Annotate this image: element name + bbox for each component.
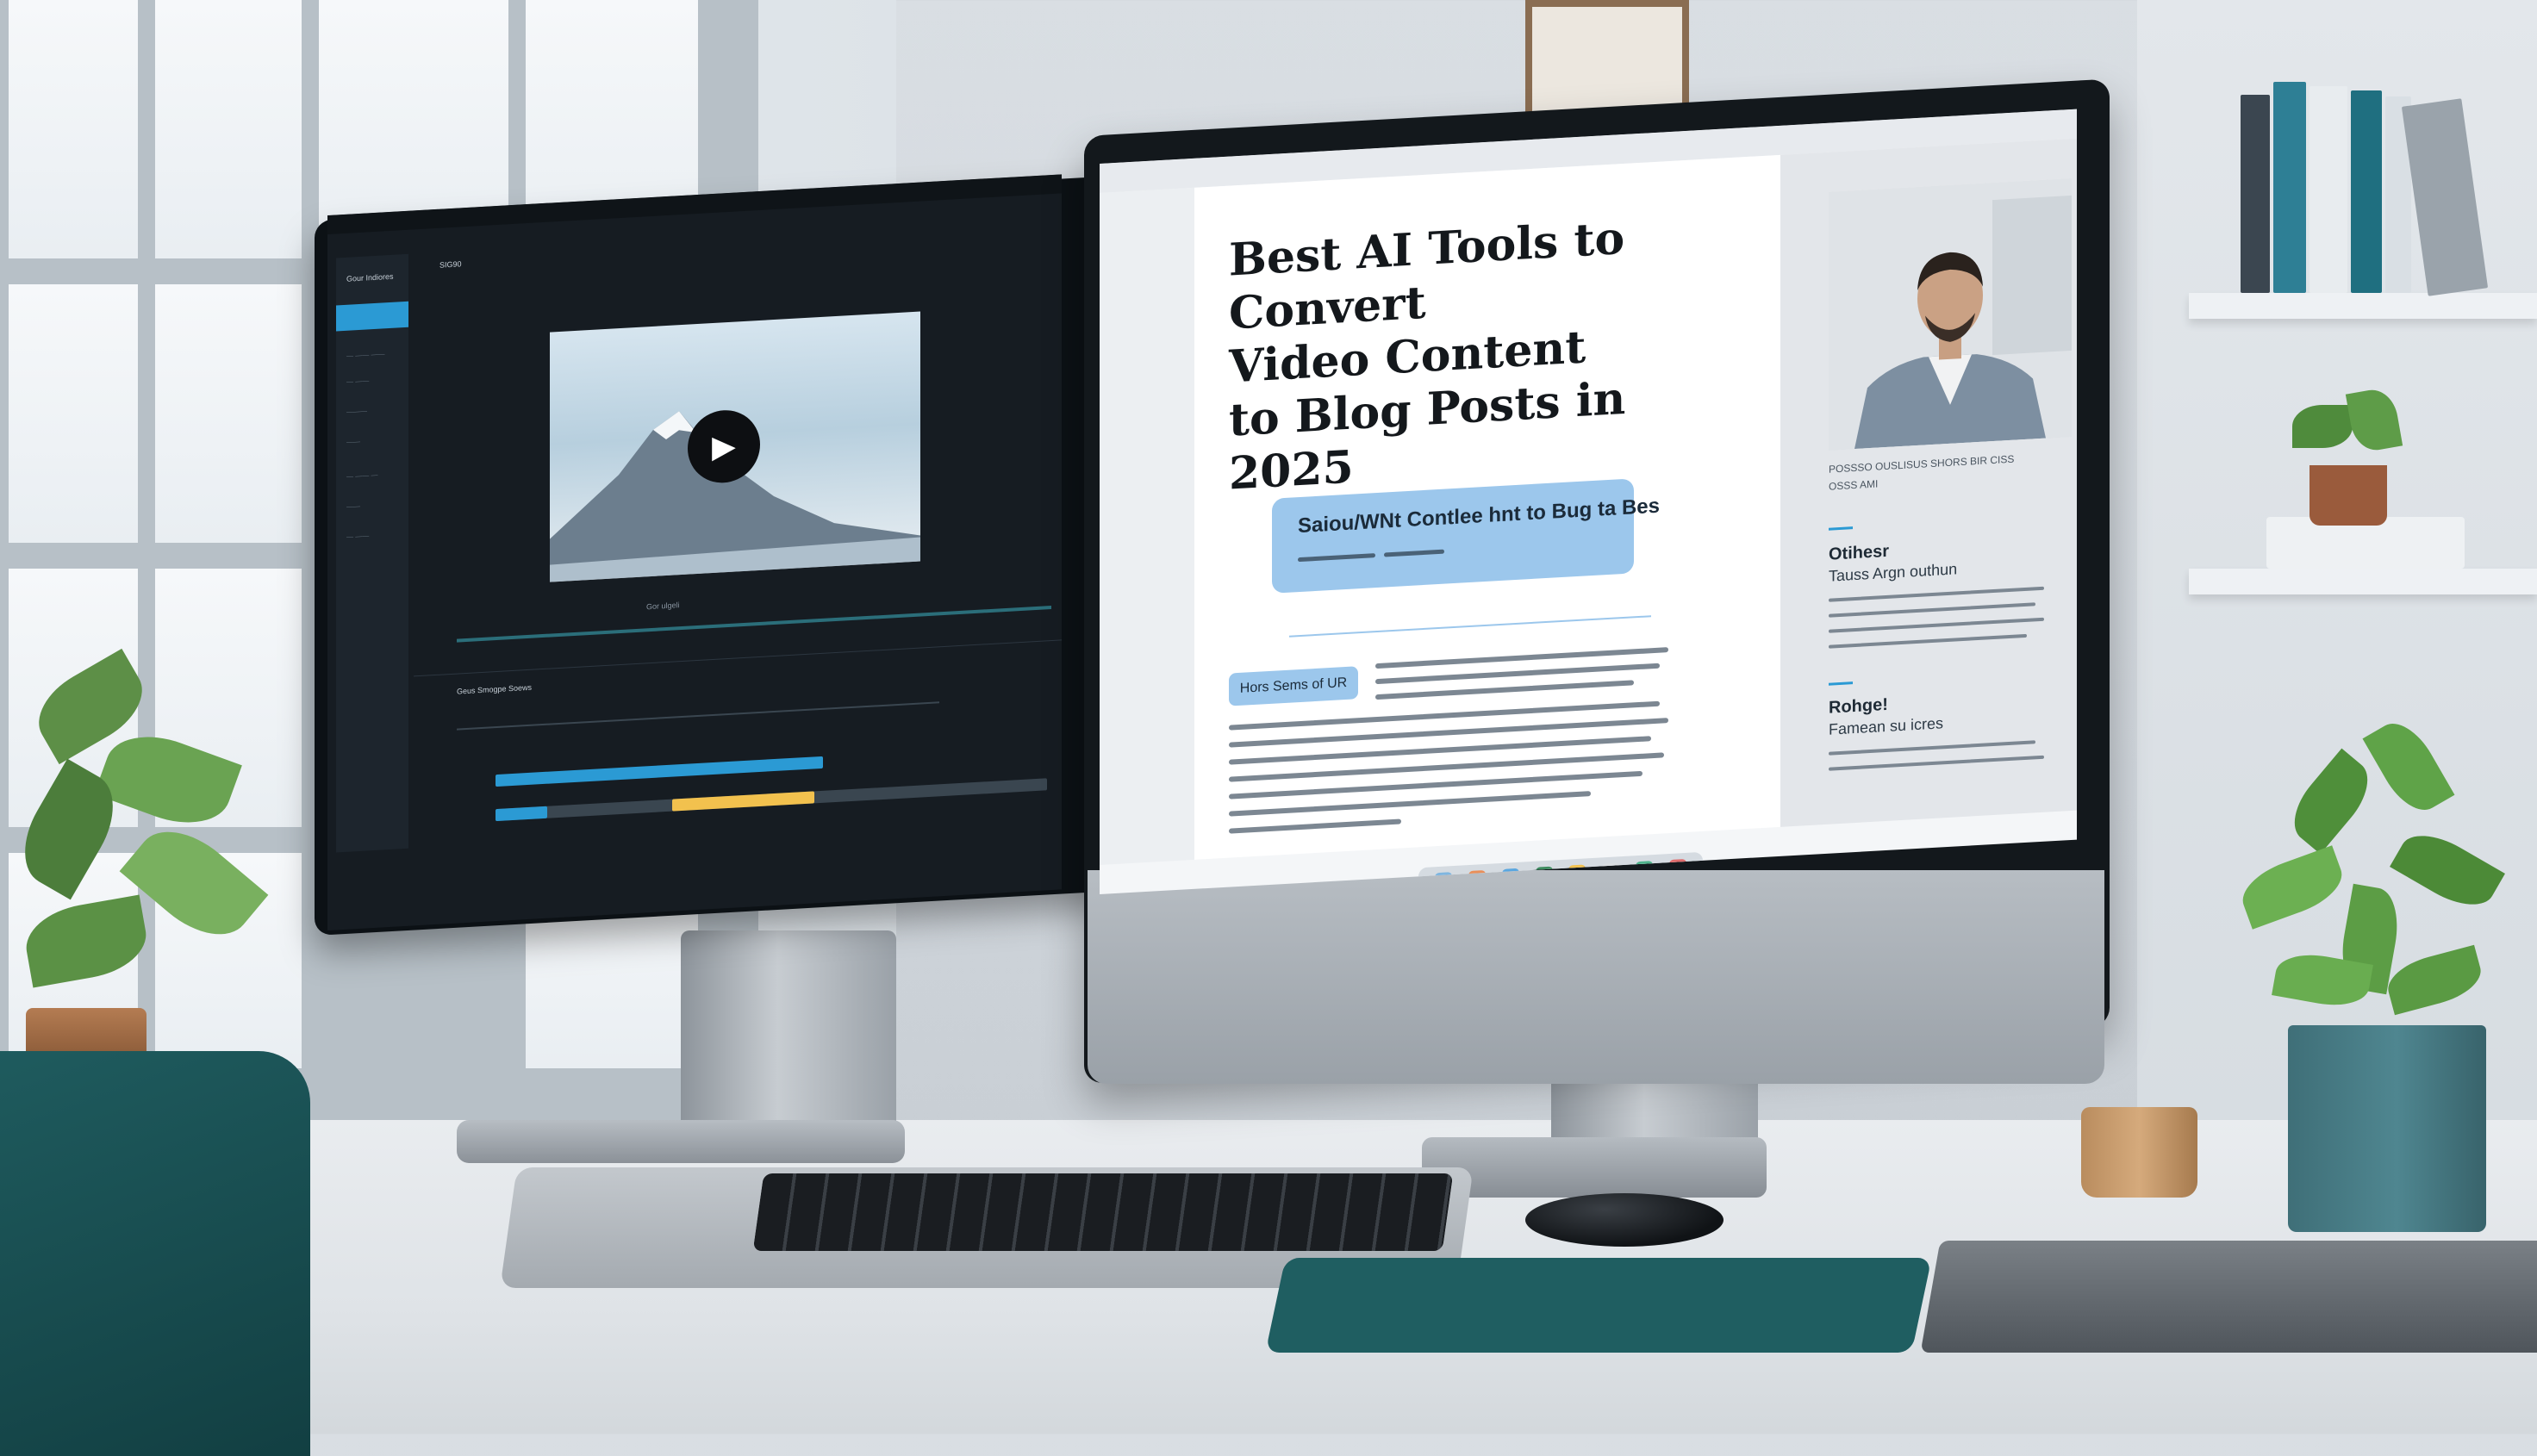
sidebar-section-title-1: Otihesr (1829, 541, 1890, 564)
video-editor-screen: Gour Indiores — —— —— — —— ——— —— — —— —… (327, 174, 1062, 931)
author-photo (1829, 177, 2072, 451)
playback-scrubber[interactable] (457, 606, 1051, 643)
mouse (1525, 1193, 1724, 1247)
article-headline: Best AI Tools to Convert Video Content t… (1229, 211, 1626, 501)
video-time-label: Gor ulgeli (646, 600, 680, 612)
monitor-base-left (457, 1120, 905, 1163)
monitor-base-right (1422, 1137, 1767, 1198)
timeline-clip-yellow[interactable] (672, 791, 814, 812)
keyboard-keys (752, 1173, 1454, 1251)
editor-tab-label[interactable]: SIG90 (439, 259, 462, 269)
timeline-panel-title: Geus Smogpe Soews (457, 682, 533, 696)
monitor-stand-left (681, 930, 896, 1129)
timeline-track-video[interactable] (496, 756, 823, 787)
monitor-right-chin (1088, 870, 2104, 1084)
timeline-clip-blue[interactable] (496, 806, 547, 822)
office-chair (0, 1051, 310, 1456)
sidebar-section-title-2: Rohge! (1829, 694, 1888, 718)
coffee-cup (2081, 1107, 2197, 1198)
editor-sidebar (336, 253, 408, 853)
notebook (1920, 1241, 2537, 1353)
blog-screen: Best AI Tools to Convert Video Content t… (1100, 109, 2077, 895)
video-preview[interactable]: ▶ (550, 311, 920, 582)
mousepad (1265, 1258, 1932, 1353)
editor-sidebar-item-active[interactable] (336, 301, 408, 332)
